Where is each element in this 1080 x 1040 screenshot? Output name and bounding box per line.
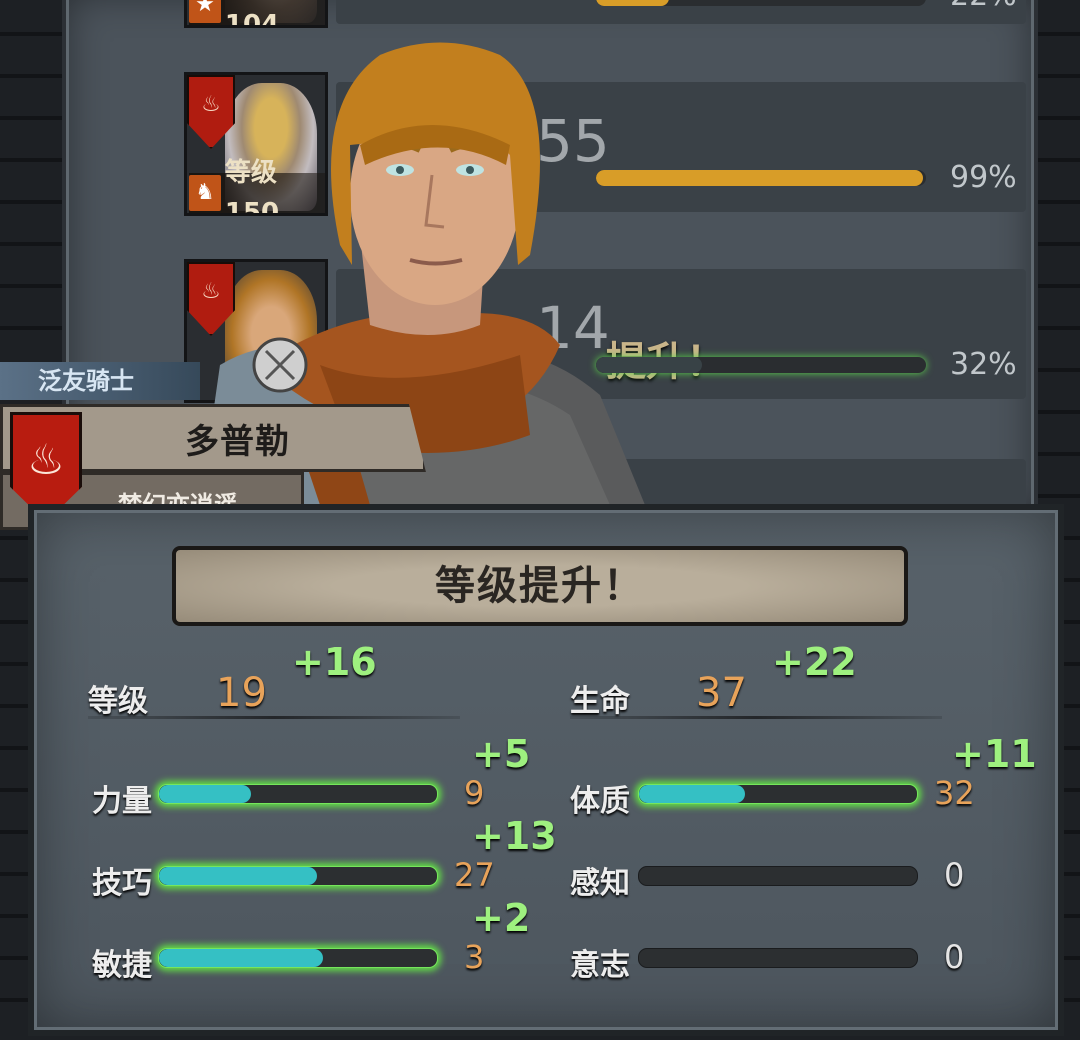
stat-bar-strength [158, 784, 438, 804]
stat-value-willpower: 0 [944, 938, 965, 976]
xp-percent: 32% [950, 347, 1017, 382]
stat-label-willpower: 意志 [570, 948, 630, 983]
stat-bar-willpower [638, 948, 918, 968]
hp-gain: +22 [772, 640, 857, 684]
hero-name: 多普勒 [185, 422, 290, 462]
level-text: 等级104 [224, 10, 280, 28]
level-badge: ★ 等级104 [189, 0, 325, 25]
hp-label: 生命 [570, 684, 630, 719]
roster-portrait[interactable]: ★ 等级104 [184, 0, 328, 28]
level-gain: +16 [292, 640, 377, 684]
stat-label-agility: 敏捷 [92, 948, 152, 983]
stat-label-strength: 力量 [92, 784, 152, 819]
divider [570, 716, 942, 719]
divider [88, 716, 460, 719]
stat-gain-agility: +2 [472, 896, 531, 940]
stat-bar-fill [639, 785, 745, 803]
stat-bar-skill [158, 866, 438, 886]
stat-value-constitution: 32 [934, 774, 975, 812]
stat-value-perception: 0 [944, 856, 965, 894]
stat-label-constitution: 体质 [570, 784, 630, 819]
stat-bar-fill [159, 949, 324, 967]
xp-bar [596, 0, 926, 6]
level-label: 等级 [88, 684, 148, 719]
stat-bar-agility [158, 948, 438, 968]
stat-label-skill: 技巧 [92, 866, 152, 901]
stat-value-skill: 27 [454, 856, 495, 894]
stat-gain-constitution: +11 [952, 732, 1037, 776]
stat-bar-constitution [638, 784, 918, 804]
stat-value-strength: 9 [464, 774, 485, 812]
class-icon: ★ [189, 0, 221, 23]
hero-class-tag: 泛友骑士 [0, 362, 200, 400]
stat-gain-strength: +5 [472, 732, 531, 776]
stat-value-agility: 3 [464, 938, 485, 976]
hp-value: 37 [696, 670, 747, 716]
stat-bar-perception [638, 866, 918, 886]
xp-percent: 22% [950, 0, 1017, 13]
stat-label-perception: 感知 [570, 866, 630, 901]
level-value: 19 [216, 670, 267, 716]
level-up-title: 等级提升！ [435, 563, 645, 609]
stat-bar-fill [159, 785, 251, 803]
xp-bar-fill [596, 0, 669, 6]
stat-gain-skill: +13 [472, 814, 557, 858]
stat-bar-fill [159, 867, 318, 885]
xp-percent: 99% [950, 160, 1017, 195]
